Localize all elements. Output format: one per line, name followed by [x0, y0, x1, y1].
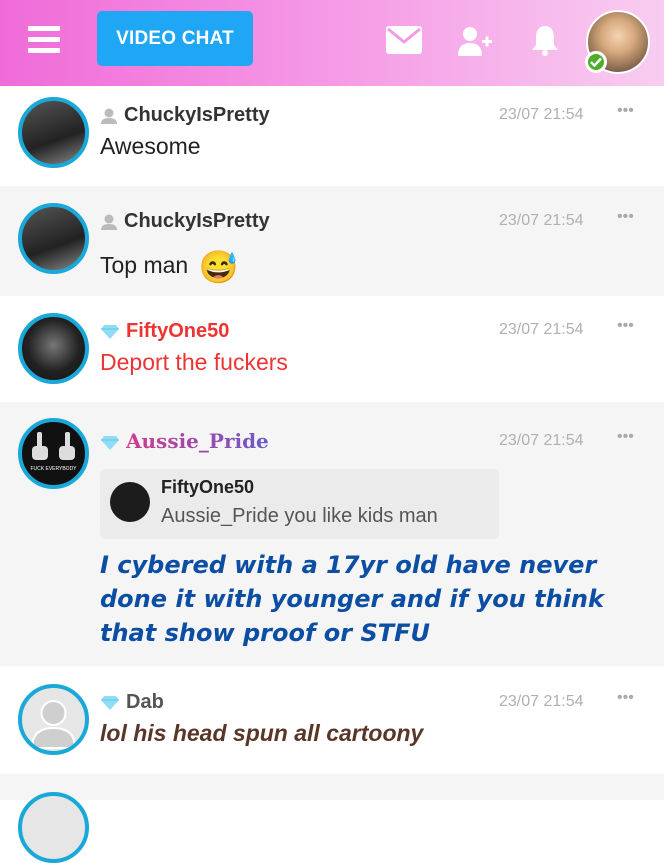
video-chat-button[interactable]: VIDEO CHAT: [97, 11, 253, 66]
user-icon: [101, 214, 117, 230]
user-avatar[interactable]: [18, 792, 89, 863]
chat-message: FUCK EVERYBODY Aussie_Pride 23/07 21:54 …: [0, 402, 664, 666]
user-avatar[interactable]: [18, 203, 89, 274]
message-text: Deport the fuckers: [100, 349, 288, 375]
timestamp: 23/07 21:54: [499, 321, 584, 338]
chat-message: ChuckyIsPretty 23/07 21:54 ••• Top man 😅: [0, 186, 664, 296]
timestamp: 23/07 21:54: [499, 693, 584, 710]
bell-icon[interactable]: [531, 24, 559, 56]
timestamp: 23/07 21:54: [499, 106, 584, 123]
message-text: Top man 😅: [100, 249, 239, 285]
avatar-caption: FUCK EVERYBODY: [30, 466, 77, 472]
user-avatar[interactable]: [18, 313, 89, 384]
menu-icon[interactable]: [28, 26, 60, 54]
username[interactable]: ChuckyIsPretty: [100, 104, 270, 127]
more-options-icon[interactable]: •••: [617, 208, 634, 226]
timestamp: 23/07 21:54: [499, 212, 584, 229]
default-avatar-icon: [30, 700, 77, 749]
username[interactable]: FiftyOne50: [100, 320, 229, 343]
user-avatar[interactable]: [18, 684, 89, 755]
quoted-username: FiftyOne50: [161, 477, 255, 497]
chat-message: [0, 774, 664, 863]
user-avatar[interactable]: FUCK EVERYBODY: [18, 418, 89, 489]
chat-message: ChuckyIsPretty 23/07 21:54 ••• Awesome: [0, 86, 664, 186]
username[interactable]: Aussie_Pride: [100, 429, 269, 454]
online-status-icon: [585, 51, 607, 73]
chat-message: Dab 23/07 21:54 ••• lol his head spun al…: [0, 666, 664, 774]
middle-finger-icon: FUCK EVERYBODY: [30, 432, 77, 472]
mail-icon[interactable]: [386, 26, 422, 54]
chat-message: FiftyOne50 23/07 21:54 ••• Deport the fu…: [0, 296, 664, 402]
diamond-icon: [101, 324, 119, 339]
username[interactable]: ChuckyIsPretty: [100, 210, 270, 233]
quoted-text: Aussie_Pride you like kids man: [161, 505, 438, 527]
more-options-icon[interactable]: •••: [617, 102, 634, 120]
diamond-icon: [101, 695, 119, 710]
message-text: Awesome: [100, 133, 201, 159]
user-avatar[interactable]: [18, 97, 89, 168]
quoted-message[interactable]: FiftyOne50 Aussie_Pride you like kids ma…: [100, 469, 499, 539]
add-user-icon[interactable]: [458, 26, 492, 56]
message-text: lol his head spun all cartoony: [100, 720, 424, 746]
more-options-icon[interactable]: •••: [617, 317, 634, 335]
quoted-user-avatar: [110, 482, 150, 522]
more-options-icon[interactable]: •••: [617, 428, 634, 446]
username[interactable]: Dab: [100, 691, 164, 714]
more-options-icon[interactable]: •••: [617, 689, 634, 707]
message-text: I cybered with a 17yr old have never don…: [100, 551, 604, 647]
emoji-sweat-smile: 😅: [198, 249, 239, 285]
top-bar: VIDEO CHAT: [0, 0, 664, 86]
timestamp: 23/07 21:54: [499, 432, 584, 449]
user-icon: [101, 108, 117, 124]
diamond-icon: [101, 435, 119, 450]
